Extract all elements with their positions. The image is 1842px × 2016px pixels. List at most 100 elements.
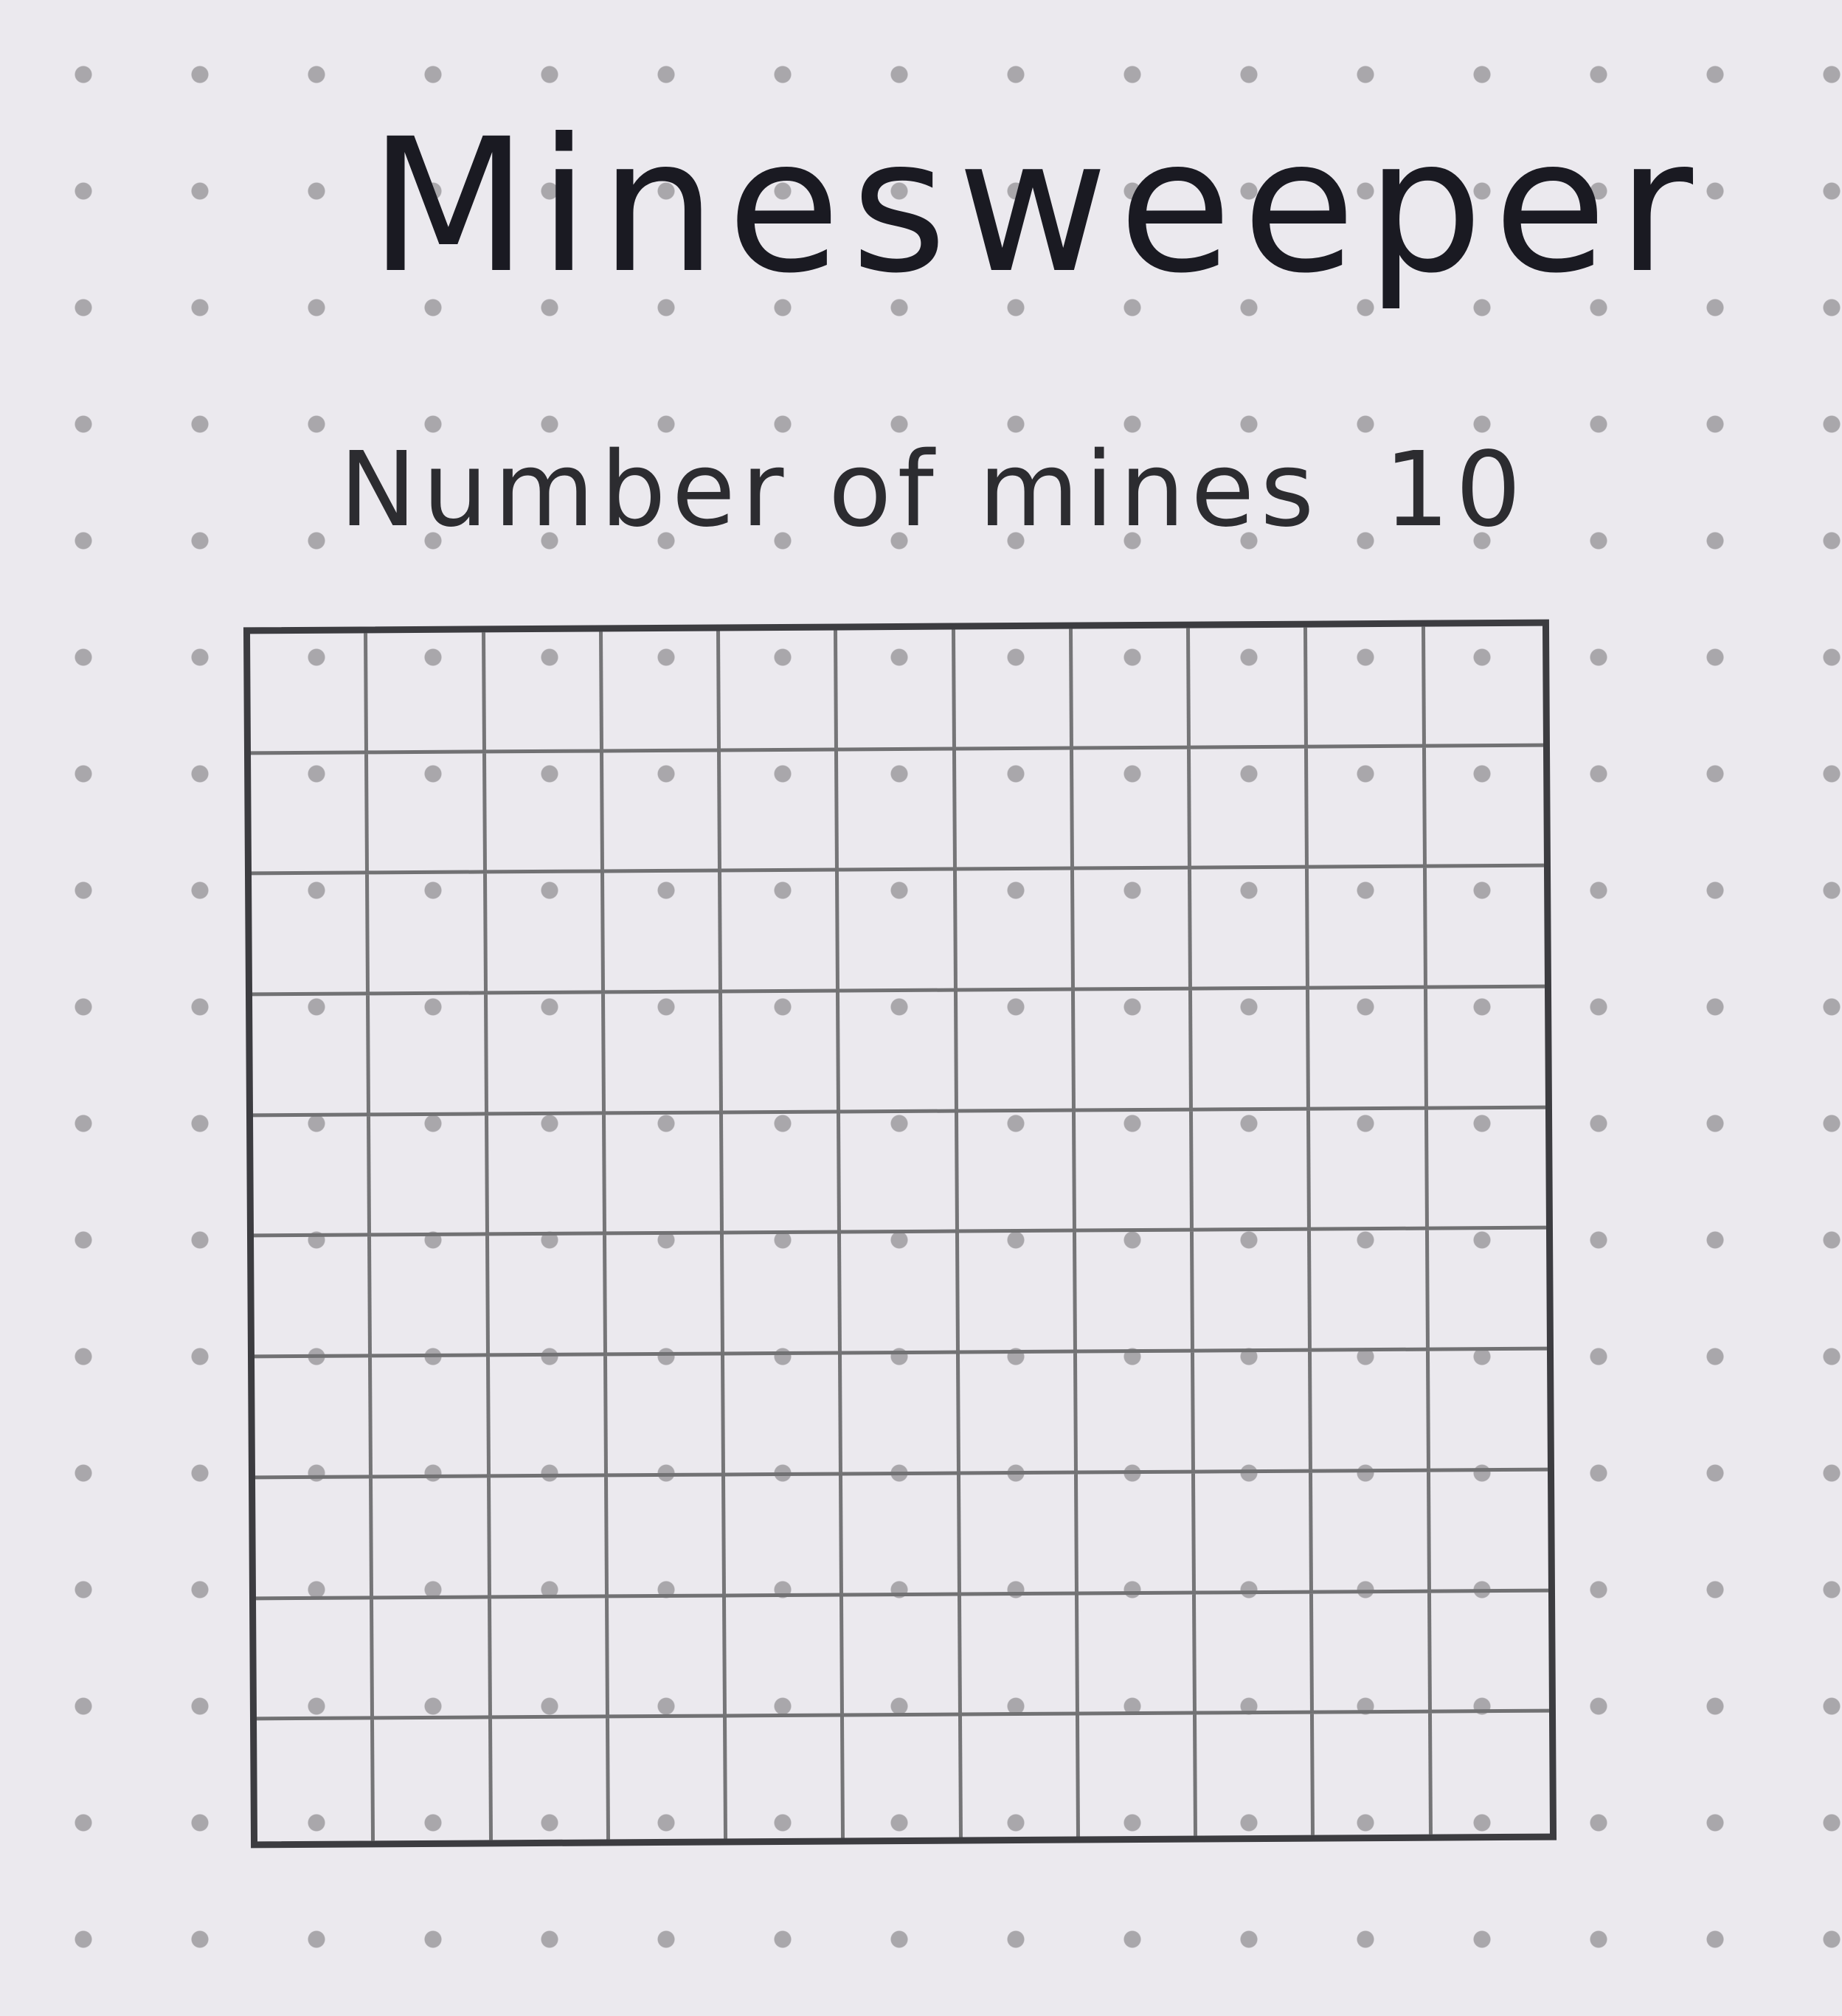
minefield-cell[interactable]	[959, 1353, 1078, 1475]
minefield-cell[interactable]	[955, 628, 1073, 751]
minefield-cell[interactable]	[722, 992, 841, 1115]
minefield-cell[interactable]	[603, 752, 722, 873]
minefield-cell[interactable]	[1430, 1471, 1548, 1593]
minefield-cell[interactable]	[839, 991, 958, 1114]
minefield-cell[interactable]	[720, 630, 839, 752]
minefield-cell[interactable]	[1427, 988, 1545, 1110]
minefield-cell[interactable]	[486, 873, 605, 995]
minefield-cell[interactable]	[843, 1596, 962, 1717]
minefield-cell[interactable]	[1197, 1714, 1315, 1836]
minefield-cell[interactable]	[252, 995, 371, 1118]
minefield-cell[interactable]	[372, 1357, 491, 1479]
minefield-cell[interactable]	[1077, 1473, 1197, 1596]
minefield-cell[interactable]	[491, 1598, 609, 1719]
minefield-cell[interactable]	[609, 1717, 728, 1840]
minefield-cell[interactable]	[487, 994, 606, 1116]
minefield-cell[interactable]	[1424, 626, 1543, 748]
minefield-cell[interactable]	[839, 870, 958, 993]
minefield-cell[interactable]	[485, 752, 604, 874]
minefield-cell[interactable]	[1075, 1111, 1194, 1233]
minefield-cell[interactable]	[255, 1357, 373, 1480]
minefield-cell[interactable]	[606, 1355, 726, 1478]
minefield-cell[interactable]	[369, 873, 488, 996]
minefield-cell[interactable]	[602, 631, 721, 753]
minefield-cell[interactable]	[255, 1478, 374, 1600]
minefield-cell[interactable]	[838, 750, 957, 872]
minefield-cell[interactable]	[727, 1717, 845, 1839]
minefield-cell[interactable]	[1193, 1110, 1312, 1233]
minefield-cell[interactable]	[1426, 867, 1545, 989]
minefield-cell[interactable]	[1427, 1109, 1546, 1231]
minefield-cell[interactable]	[488, 1115, 606, 1236]
minefield-cell[interactable]	[370, 1115, 489, 1237]
minefield-cell[interactable]	[957, 991, 1076, 1113]
minefield-cell[interactable]	[1195, 1472, 1314, 1595]
minefield-cell[interactable]	[1309, 868, 1427, 990]
minefield-cell[interactable]	[1429, 1350, 1548, 1472]
minefield-cell[interactable]	[485, 631, 603, 754]
minefield-cell[interactable]	[1314, 1713, 1433, 1835]
minefield-cell[interactable]	[368, 753, 487, 875]
minefield-cell[interactable]	[1076, 1232, 1195, 1354]
minefield-cell[interactable]	[1073, 869, 1193, 991]
minefield-cell[interactable]	[373, 1598, 492, 1720]
minefield-cell[interactable]	[371, 1236, 490, 1358]
minefield-cell[interactable]	[254, 1236, 373, 1359]
minefield-cell[interactable]	[1312, 1351, 1430, 1473]
minefield-cell[interactable]	[1072, 628, 1191, 750]
minefield-cell[interactable]	[1310, 1109, 1429, 1232]
minefield-cell[interactable]	[608, 1597, 727, 1719]
minefield-cell[interactable]	[726, 1596, 845, 1718]
minefield-cell[interactable]	[250, 633, 369, 755]
minefield-cell[interactable]	[1312, 1472, 1431, 1594]
minefield-cell[interactable]	[1309, 988, 1428, 1111]
minefield-cell[interactable]	[373, 1478, 491, 1599]
minefield-cell[interactable]	[724, 1233, 842, 1356]
minefield-cell[interactable]	[1076, 1352, 1196, 1475]
minefield-cell[interactable]	[1073, 749, 1192, 870]
minefield-cell[interactable]	[491, 1718, 610, 1840]
minefield-cell[interactable]	[1191, 748, 1309, 870]
minefield-cell[interactable]	[488, 1235, 607, 1357]
minefield-cell[interactable]	[1194, 1351, 1313, 1474]
minefield-cell[interactable]	[960, 1474, 1078, 1596]
minefield-cell[interactable]	[1432, 1713, 1550, 1835]
minefield-cell[interactable]	[607, 1476, 727, 1598]
minefield-cell[interactable]	[606, 1234, 725, 1357]
minefield-cell[interactable]	[374, 1719, 493, 1841]
minefield-cell[interactable]	[721, 871, 840, 994]
minefield-cell[interactable]	[724, 1354, 843, 1477]
minefield-cell[interactable]	[961, 1715, 1080, 1837]
minefield-cell[interactable]	[1428, 1230, 1547, 1351]
minefield-cell[interactable]	[955, 749, 1074, 871]
minefield-cell[interactable]	[1074, 990, 1194, 1112]
minefield-cell[interactable]	[603, 872, 723, 994]
minefield-cell[interactable]	[1307, 626, 1426, 749]
minefield-cell[interactable]	[489, 1356, 608, 1478]
minefield-cell[interactable]	[251, 754, 370, 876]
minefield-cell[interactable]	[956, 870, 1075, 992]
minefield-cell[interactable]	[257, 1719, 375, 1842]
minefield-cell[interactable]	[721, 751, 839, 873]
minefield-cell[interactable]	[1190, 627, 1309, 749]
minefield-cell[interactable]	[1311, 1230, 1430, 1352]
minefield-cell[interactable]	[725, 1475, 844, 1598]
minefield-cell[interactable]	[1192, 989, 1311, 1112]
minefield-cell[interactable]	[958, 1112, 1076, 1233]
minefield-cell[interactable]	[370, 994, 488, 1117]
minefield-cell[interactable]	[1078, 1714, 1198, 1837]
minefield-cell[interactable]	[604, 993, 724, 1115]
minefield-cell[interactable]	[1430, 1592, 1549, 1714]
minefield-cell[interactable]	[253, 1116, 372, 1238]
minefield-cell[interactable]	[490, 1477, 609, 1598]
minefield-cell[interactable]	[252, 874, 370, 997]
minefield-cell[interactable]	[256, 1598, 375, 1721]
minefield-cell[interactable]	[367, 632, 486, 755]
minefield-cell[interactable]	[1191, 868, 1310, 991]
minefield-cell[interactable]	[1425, 747, 1544, 869]
minefield-cell[interactable]	[842, 1475, 961, 1597]
minefield-cell[interactable]	[840, 1112, 959, 1234]
minefield-cell[interactable]	[837, 629, 956, 752]
minefield-cell[interactable]	[1194, 1231, 1312, 1353]
minefield-cell[interactable]	[605, 1114, 724, 1236]
